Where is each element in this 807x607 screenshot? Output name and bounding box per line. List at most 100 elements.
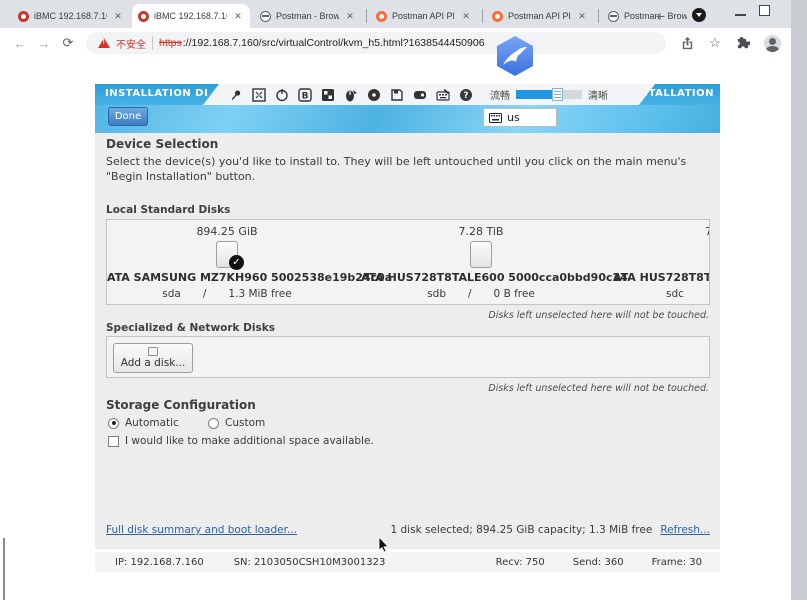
tab-postman-api-1[interactable]: Postman API Platfo ✕ [370, 4, 478, 28]
keyboard-b-icon[interactable]: B [298, 88, 312, 102]
status-sn: SN: 2103050CSH10M3001323 [234, 557, 386, 568]
mouse-icon[interactable] [344, 88, 358, 102]
window-maximize-button[interactable] [759, 5, 770, 16]
pin-icon[interactable] [229, 88, 243, 102]
keyboard-layout-selector[interactable]: us [483, 108, 557, 127]
tab-postman-browse-1[interactable]: Postman - Browse ✕ [254, 4, 362, 28]
add-disk-label: Add a disk... [114, 357, 192, 369]
additional-space-label: I would like to make additional space av… [125, 435, 374, 447]
disk-icon [470, 241, 492, 268]
add-disk-button[interactable]: Add a disk... [113, 343, 193, 373]
additional-space-checkbox-row[interactable]: I would like to make additional space av… [108, 435, 374, 447]
postman-favicon [492, 11, 503, 22]
sharp-label: 清晰 [588, 87, 608, 102]
tab-close-icon[interactable]: ✕ [232, 11, 244, 22]
disk-mini-icon [148, 347, 158, 356]
back-icon[interactable]: ← [8, 36, 32, 51]
status-ip: IP: 192.168.7.160 [115, 557, 204, 568]
full-disk-summary-link[interactable]: Full disk summary and boot loader... [106, 524, 297, 536]
tab-title: Postman - Browse [276, 11, 339, 21]
ibmc-favicon [18, 11, 29, 22]
radio-automatic-icon[interactable] [108, 418, 119, 429]
disk-mount: / [468, 288, 472, 300]
disk-name: ATA HUS728T8TALE600 5000cca0bbd90c24 [361, 271, 601, 284]
omnibox-divider [152, 36, 153, 50]
tab-separator [598, 9, 599, 23]
browser-address-bar: ← → ⟳ 不安全 https ://192.168.7.160/src/vir… [0, 28, 791, 58]
disk-size: 7.28 TiB [361, 225, 601, 238]
smooth-label: 流畅 [490, 87, 510, 102]
refresh-link[interactable]: Refresh... [660, 524, 710, 536]
device-selection-heading: Device Selection [106, 137, 218, 151]
postman-favicon [376, 11, 387, 22]
cd-icon[interactable] [367, 88, 381, 102]
virtual-keyboard-icon[interactable] [436, 88, 450, 102]
bookmark-star-icon[interactable]: ☆ [709, 35, 721, 51]
tab-close-icon[interactable]: ✕ [460, 11, 472, 22]
globe-favicon [608, 11, 619, 22]
url-omnibox[interactable]: 不安全 https ://192.168.7.160/src/virtualCo… [86, 32, 666, 54]
keyboard-layout-value: us [507, 111, 520, 124]
disk-name: ATA SAMSUNG MZ7KH960 5002538e19b24c0a [107, 271, 347, 284]
video-quality-slider[interactable] [516, 90, 582, 99]
tab-ibmc-2-active[interactable]: iBMC 192.168.7.16 ✕ [132, 4, 250, 28]
svg-text:?: ? [464, 91, 469, 101]
keyboard-icon [489, 113, 502, 123]
share-icon[interactable] [680, 36, 695, 51]
forward-icon[interactable]: → [32, 36, 56, 51]
installer-subheader: Done us [95, 105, 720, 133]
disk-sdb[interactable]: 7.28 TiB ATA HUS728T8TALE600 5000cca0bbd… [361, 220, 601, 304]
power-icon[interactable] [275, 88, 289, 102]
slider-fill [516, 90, 556, 99]
disk-icon: ✓ [216, 241, 238, 268]
mouse-cursor [378, 537, 389, 553]
kvm-toolbar: B ? 流畅 清晰 [203, 84, 655, 105]
record-icon[interactable] [413, 88, 427, 102]
radio-custom-icon[interactable] [208, 418, 219, 429]
desktop-background-strip [791, 0, 807, 600]
specialized-disks-heading: Specialized & Network Disks [106, 322, 275, 334]
url-protocol: https [159, 37, 182, 49]
browser-tab-strip: iBMC 192.168.7.16 ✕ iBMC 192.168.7.16 ✕ … [0, 0, 791, 28]
svg-text:B: B [302, 91, 309, 101]
disk-sda[interactable]: 894.25 GiB ✓ ATA SAMSUNG MZ7KH960 500253… [107, 220, 347, 304]
additional-space-checkbox[interactable] [108, 436, 119, 447]
intro-text: Select the device(s) you'd like to insta… [106, 154, 704, 184]
screen-split-icon[interactable] [321, 88, 335, 102]
video-quality-control: 流畅 清晰 [490, 87, 608, 102]
unselected-note: Disks left unselected here will not be t… [488, 383, 709, 394]
reload-icon[interactable]: ⟳ [56, 35, 80, 51]
tab-ibmc-1[interactable]: iBMC 192.168.7.16 ✕ [12, 4, 130, 28]
kvm-viewer: INSTALLATION DESTI STALLATION B ? 流畅 清晰 … [95, 84, 720, 573]
disk-dev: sdc [666, 288, 684, 300]
tab-postman-api-2[interactable]: Postman API Platfo ✕ [486, 4, 594, 28]
window-minimize-button[interactable] [735, 14, 746, 16]
tab-close-icon[interactable]: ✕ [576, 11, 588, 22]
installer-title-right: STALLATION [641, 88, 714, 99]
disk-name: ATA HUS728T8TAL [613, 271, 710, 284]
radio-custom[interactable]: Custom [208, 417, 265, 429]
disk-sdc-clipped[interactable]: 7 ATA HUS728T8TAL sdc [602, 220, 710, 304]
disk-selected-check-icon: ✓ [229, 255, 244, 270]
disk-dev-row: sdc [666, 288, 684, 300]
tab-separator [482, 9, 483, 23]
slider-handle[interactable] [552, 88, 563, 101]
tab-title: Postman API Platfo [508, 11, 571, 21]
tab-close-icon[interactable]: ✕ [344, 11, 356, 22]
browser-update-badge[interactable] [692, 8, 706, 22]
fullscreen-icon[interactable] [252, 88, 266, 102]
tab-close-icon[interactable]: ✕ [112, 11, 124, 22]
help-icon[interactable]: ? [459, 88, 473, 102]
profile-avatar[interactable] [764, 35, 781, 52]
new-tab-button[interactable]: + [650, 6, 670, 26]
status-frame: Frame: 30 [652, 557, 702, 568]
done-button[interactable]: Done [108, 107, 148, 126]
installer-content: Device Selection Select the device(s) yo… [95, 133, 720, 549]
floppy-icon[interactable] [390, 88, 404, 102]
disk-dev: sdb [427, 288, 446, 300]
radio-automatic-label: Automatic [125, 417, 179, 429]
extensions-puzzle-icon[interactable] [735, 36, 750, 51]
disk-size: 7 [705, 225, 710, 238]
radio-automatic[interactable]: Automatic [108, 417, 179, 429]
tab-title: iBMC 192.168.7.16 [154, 11, 227, 21]
